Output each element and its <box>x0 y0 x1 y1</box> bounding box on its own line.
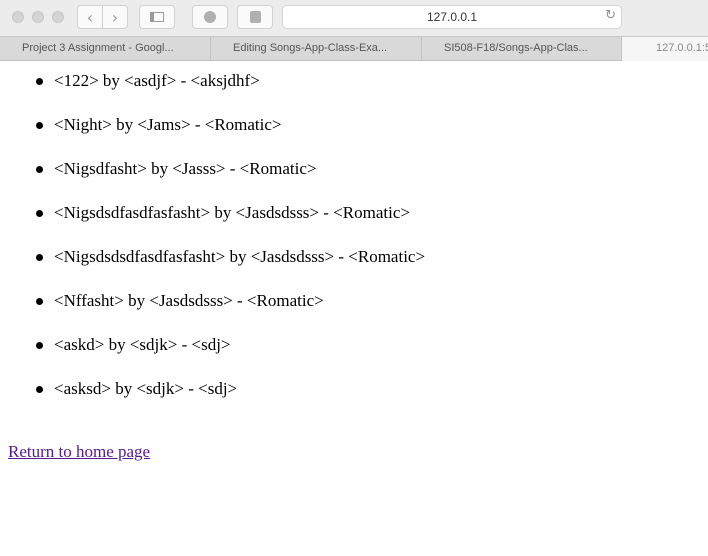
extension-icon <box>249 11 261 23</box>
address-bar[interactable]: 127.0.0.1 ↻ <box>282 5 622 29</box>
list-item: <Nigsdsdsdfasdfasfasht> by <Jasdsdsss> -… <box>35 247 426 266</box>
zoom-window-button[interactable] <box>52 11 64 23</box>
list-item: <asksd> by <sdjk> - <sdj> <box>35 379 238 398</box>
return-home-link[interactable]: Return to home page <box>8 442 150 462</box>
browser-toolbar: ‹ › 127.0.0.1 ↻ <box>0 0 708 36</box>
tab-bar: Project 3 Assignment - Googl... Editing … <box>0 36 708 61</box>
extension-button[interactable] <box>237 5 273 29</box>
sidebar-icon <box>150 12 164 22</box>
page-content: <122> by <asdjf> - <aksjdhf> <Night> by … <box>0 61 708 556</box>
list-item: <Nigsdfasht> by <Jasss> - <Romatic> <box>35 159 317 178</box>
grammarly-icon <box>204 11 216 23</box>
chevron-right-icon: › <box>111 7 119 27</box>
reload-icon[interactable]: ↻ <box>605 8 616 23</box>
list-item: <Nffasht> by <Jasdsdsss> - <Romatic> <box>36 291 324 310</box>
close-window-button[interactable] <box>12 11 24 23</box>
list-item: <askd> by <sdjk> - <sdj> <box>36 335 231 354</box>
address-text: 127.0.0.1 <box>426 10 478 24</box>
tab-project-3-assignment[interactable]: Project 3 Assignment - Googl... <box>0 37 211 61</box>
grammarly-extension-button[interactable] <box>192 5 228 29</box>
forward-button[interactable]: › <box>102 5 128 29</box>
tab-editing-songs-app[interactable]: Editing Songs-App-Class-Exa... <box>211 37 422 61</box>
chevron-left-icon: ‹ <box>86 7 94 27</box>
sidebar-button[interactable] <box>139 5 175 29</box>
minimize-window-button[interactable] <box>32 11 44 23</box>
tab-si508-repo[interactable]: SI508-F18/Songs-App-Clas... <box>422 37 622 61</box>
list-item: <Nigsdsdfasdfasfasht> by <Jasdsdsss> - <… <box>36 203 410 222</box>
list-item: <122> by <asdjf> - <aksjdhf> <box>36 71 260 90</box>
tab-localhost[interactable]: 127.0.0.1:5 <box>622 37 708 61</box>
back-button[interactable]: ‹ <box>77 5 103 29</box>
list-item: <Night> by <Jams> - <Romatic> <box>36 115 282 134</box>
